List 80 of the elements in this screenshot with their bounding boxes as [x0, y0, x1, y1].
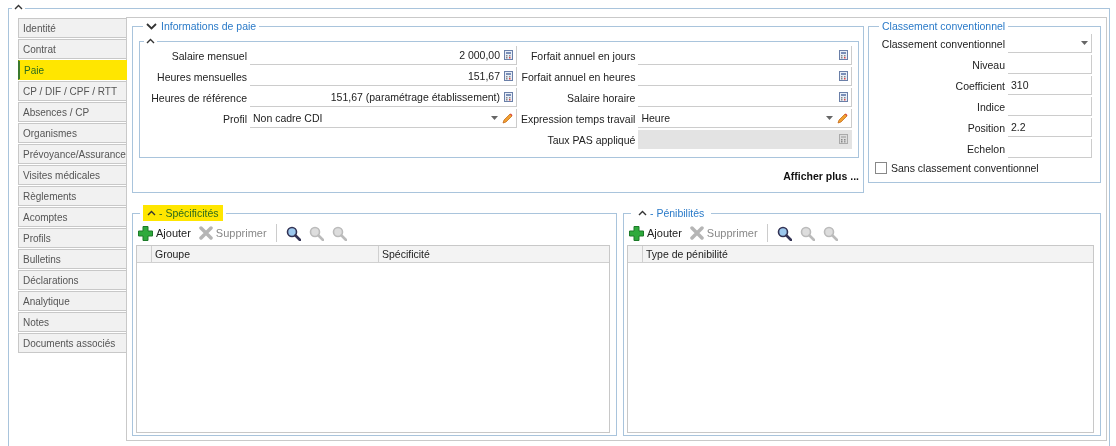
- magnifier-icon: [285, 225, 301, 241]
- input-field[interactable]: [1008, 139, 1092, 158]
- magnifier-icon: [776, 225, 792, 241]
- group-title: - Spécificités: [143, 205, 223, 221]
- sidebar-tab[interactable]: Déclarations: [18, 270, 126, 290]
- sidebar-tab[interactable]: Notes: [18, 312, 126, 332]
- calculator-icon[interactable]: [504, 71, 513, 81]
- dropdown-field[interactable]: Heure: [638, 109, 852, 128]
- checkbox[interactable]: [875, 162, 887, 174]
- chevron-up-icon[interactable]: [638, 210, 647, 216]
- calculator-icon[interactable]: [839, 50, 848, 60]
- checkbox-label: Sans classement conventionnel: [891, 162, 1039, 174]
- input-field[interactable]: [1008, 97, 1092, 116]
- field-label: Coefficient: [954, 79, 1005, 92]
- field-label: Expression temps travail: [521, 112, 636, 125]
- magnifier-icon: [308, 225, 324, 241]
- sidebar-tab[interactable]: Bulletins: [18, 249, 126, 269]
- show-more-link[interactable]: Afficher plus ...: [783, 170, 859, 182]
- input-field[interactable]: 310: [1008, 76, 1092, 95]
- sidebar-tab[interactable]: Règlements: [18, 186, 126, 206]
- field-label: Profil: [222, 112, 247, 125]
- calculator-icon[interactable]: [839, 92, 848, 102]
- sidebar-tab[interactable]: Paie: [18, 60, 127, 80]
- field-label: Classement conventionnel: [880, 37, 1005, 50]
- number-field[interactable]: [638, 67, 852, 86]
- cross-icon: [689, 226, 704, 240]
- number-field[interactable]: 2 000,00: [250, 46, 517, 65]
- sidebar-tab[interactable]: CP / DIF / CPF / RTT: [18, 81, 126, 101]
- column-header[interactable]: Spécificité: [379, 246, 609, 262]
- number-field[interactable]: 151,67: [250, 67, 517, 86]
- sidebar-tab[interactable]: Documents associés: [18, 333, 126, 353]
- sidebar-tab[interactable]: Profils: [18, 228, 126, 248]
- field-label: Echelon: [966, 142, 1005, 155]
- magnifier-icon: [799, 225, 815, 241]
- input-field[interactable]: [1008, 55, 1092, 74]
- pencil-icon[interactable]: [502, 112, 513, 124]
- collapse-icon[interactable]: [146, 38, 155, 44]
- group-title: Classement conventionnel: [882, 20, 1006, 32]
- field-label: Forfait annuel en jours: [529, 49, 636, 62]
- magnifier-icon: [822, 225, 838, 241]
- sidebar-tab[interactable]: Visites médicales: [18, 165, 126, 185]
- chevron-up-icon[interactable]: [147, 210, 156, 216]
- input-field[interactable]: 2.2: [1008, 118, 1092, 137]
- calculator-icon[interactable]: [504, 92, 513, 102]
- column-header[interactable]: Groupe: [152, 246, 379, 262]
- dropdown-caret-icon[interactable]: [1081, 41, 1088, 45]
- pencil-icon[interactable]: [837, 112, 848, 124]
- field-label: Niveau: [971, 58, 1005, 71]
- field-label: Indice: [975, 100, 1005, 113]
- collapse-icon[interactable]: [14, 4, 23, 10]
- field-label: Position: [966, 121, 1005, 134]
- sidebar-tab[interactable]: Organismes: [18, 123, 126, 143]
- sidebar-tab[interactable]: Prévoyance/Assurance: [18, 144, 126, 164]
- field-label: Salaire horaire: [566, 91, 636, 104]
- chevron-down-icon[interactable]: [146, 22, 157, 30]
- dropdown-field[interactable]: Non cadre CDI: [250, 109, 517, 128]
- sidebar-tab[interactable]: Analytique: [18, 291, 126, 311]
- sidebar-tab[interactable]: Absences / CP: [18, 102, 126, 122]
- add-button[interactable]: Ajouter: [136, 225, 193, 241]
- sidebar-tab[interactable]: Acomptes: [18, 207, 126, 227]
- group-title: Informations de paie: [161, 20, 257, 32]
- calculator-icon[interactable]: [839, 71, 848, 81]
- field-label: Taux PAS appliqué: [546, 133, 636, 146]
- calculator-icon[interactable]: [504, 50, 513, 60]
- field-label: Heures de référence: [150, 91, 247, 104]
- cross-icon: [198, 226, 213, 240]
- add-button[interactable]: Ajouter: [627, 225, 684, 241]
- field-label: Salaire mensuel: [170, 49, 247, 62]
- field-label: Heures mensuelles: [156, 70, 247, 83]
- group-title: - Pénibilités: [634, 205, 709, 221]
- sidebar-tab[interactable]: Identité: [18, 18, 126, 38]
- sidebar-tab[interactable]: Contrat: [18, 39, 126, 59]
- dropdown-caret-icon[interactable]: [826, 116, 833, 120]
- plus-icon: [629, 225, 644, 241]
- number-field[interactable]: 151,67 (paramétrage établissement): [250, 88, 517, 107]
- magnifier-icon: [331, 225, 347, 241]
- field-label: Forfait annuel en heures: [521, 70, 636, 83]
- number-field[interactable]: [638, 88, 852, 107]
- dropdown-caret-icon[interactable]: [491, 116, 498, 120]
- plus-icon: [138, 225, 153, 241]
